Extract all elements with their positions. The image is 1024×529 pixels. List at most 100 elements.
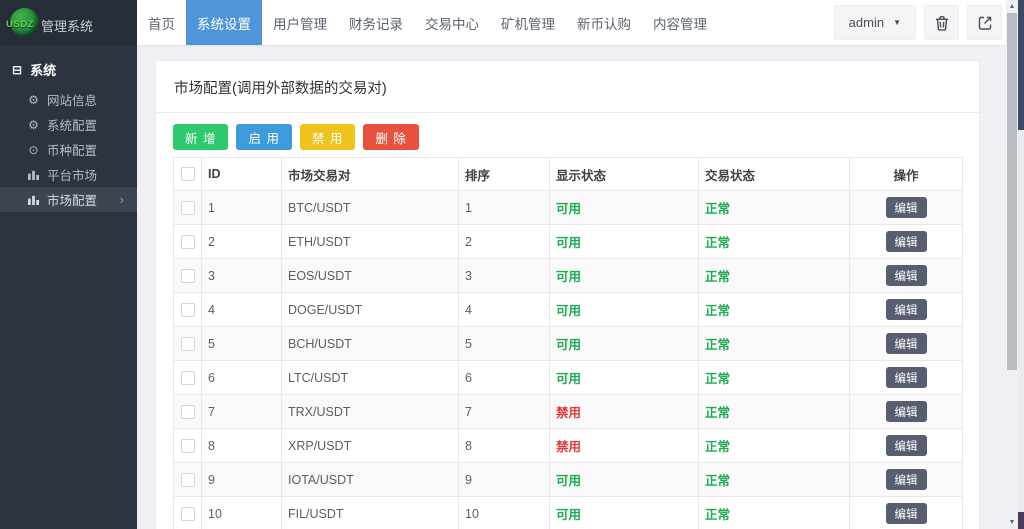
cell-id: 5 — [202, 327, 282, 361]
cell-sort: 5 — [459, 327, 550, 361]
nav-item[interactable]: 交易中心 — [414, 0, 490, 45]
cell-pair: LTC/USDT — [282, 361, 459, 395]
table-row: 10FIL/USDT10可用正常编辑 — [174, 497, 963, 529]
market-pairs-table: ID市场交易对排序显示状态交易状态操作 1BTC/USDT1可用正常编辑2ETH… — [173, 157, 963, 529]
table-row: 3EOS/USDT3可用正常编辑 — [174, 259, 963, 293]
select-all-checkbox[interactable] — [181, 167, 195, 181]
action-toolbar: 新 增启 用禁 用删 除 — [156, 113, 979, 150]
row-checkbox[interactable] — [181, 473, 195, 487]
sidebar-item-label: 币种配置 — [47, 140, 97, 159]
row-checkbox[interactable] — [181, 201, 195, 215]
nav-item[interactable]: 矿机管理 — [490, 0, 566, 45]
display-status-badge: 可用 — [556, 372, 581, 386]
trade-status-badge: 正常 — [705, 508, 730, 522]
edit-button[interactable]: 编辑 — [886, 367, 927, 388]
display-status-badge: 可用 — [556, 474, 581, 488]
scroll-down-arrow-icon[interactable]: ▼ — [1006, 519, 1018, 526]
edit-button[interactable]: 编辑 — [886, 197, 927, 218]
sidebar-item-label: 市场配置 — [47, 190, 97, 209]
row-checkbox[interactable] — [181, 507, 195, 521]
scrollbar-thumb[interactable] — [1007, 13, 1017, 370]
sidebar-item[interactable]: ⊙ 币种配置 — [0, 137, 137, 162]
cell-sort: 6 — [459, 361, 550, 395]
main-nav: 首页系统设置用户管理财务记录交易中心矿机管理新币认购内容管理 — [137, 0, 718, 45]
nav-item[interactable]: 财务记录 — [338, 0, 414, 45]
scroll-up-arrow-icon[interactable]: ▲ — [1006, 3, 1018, 10]
edit-button[interactable]: 编辑 — [886, 231, 927, 252]
row-checkbox[interactable] — [181, 269, 195, 283]
add-button[interactable]: 新 增 — [173, 124, 228, 150]
sidebar-item[interactable]: 平台市场 — [0, 162, 137, 187]
table-row: 6LTC/USDT6可用正常编辑 — [174, 361, 963, 395]
edit-button[interactable]: 编辑 — [886, 333, 927, 354]
logout-icon — [977, 15, 993, 31]
cell-sort: 3 — [459, 259, 550, 293]
display-status-badge: 可用 — [556, 270, 581, 284]
row-checkbox[interactable] — [181, 371, 195, 385]
row-checkbox[interactable] — [181, 337, 195, 351]
edit-button[interactable]: 编辑 — [886, 401, 927, 422]
edit-button[interactable]: 编辑 — [886, 265, 927, 286]
edit-button[interactable]: 编辑 — [886, 435, 927, 456]
table-row: 5BCH/USDT5可用正常编辑 — [174, 327, 963, 361]
cell-pair: BTC/USDT — [282, 191, 459, 225]
cell-id: 1 — [202, 191, 282, 225]
row-checkbox[interactable] — [181, 303, 195, 317]
table-row: 9IOTA/USDT9可用正常编辑 — [174, 463, 963, 497]
trade-status-badge: 正常 — [705, 440, 730, 454]
cell-sort: 2 — [459, 225, 550, 259]
top-bar: USDZ 管理系统 首页系统设置用户管理财务记录交易中心矿机管理新币认购内容管理… — [0, 0, 1024, 45]
display-status-badge: 禁用 — [556, 406, 581, 420]
trade-status-badge: 正常 — [705, 236, 730, 250]
edit-button[interactable]: 编辑 — [886, 469, 927, 490]
column-header: 显示状态 — [550, 158, 699, 191]
enable-button[interactable]: 启 用 — [236, 124, 291, 150]
nav-item[interactable]: 用户管理 — [262, 0, 338, 45]
cell-id: 10 — [202, 497, 282, 529]
sidebar-section-system[interactable]: ⊟ 系统 — [0, 45, 137, 87]
chevron-right-icon: › — [120, 191, 124, 206]
user-menu-button[interactable]: admin ▼ — [834, 5, 916, 40]
sidebar-item[interactable]: 市场配置 › — [0, 187, 137, 212]
row-checkbox[interactable] — [181, 439, 195, 453]
cell-sort: 9 — [459, 463, 550, 497]
cell-pair: FIL/USDT — [282, 497, 459, 529]
gear-icon: ⚙ — [27, 94, 40, 106]
sidebar-item[interactable]: ⚙网站信息 — [0, 87, 137, 112]
delete-button[interactable]: 删 除 — [363, 124, 418, 150]
display-status-badge: 可用 — [556, 236, 581, 250]
cell-pair: TRX/USDT — [282, 395, 459, 429]
cell-id: 4 — [202, 293, 282, 327]
logout-button[interactable] — [967, 5, 1002, 40]
sidebar-item-label: 系统配置 — [47, 115, 97, 134]
display-status-badge: 可用 — [556, 304, 581, 318]
column-header: 排序 — [459, 158, 550, 191]
trade-status-badge: 正常 — [705, 474, 730, 488]
trash-button[interactable] — [924, 5, 959, 40]
display-status-badge: 可用 — [556, 508, 581, 522]
nav-item[interactable]: 首页 — [137, 0, 186, 45]
sidebar-item[interactable]: ⚙系统配置 — [0, 112, 137, 137]
row-checkbox[interactable] — [181, 405, 195, 419]
cell-pair: BCH/USDT — [282, 327, 459, 361]
table-row: 8XRP/USDT8禁用正常编辑 — [174, 429, 963, 463]
collapse-square-icon: ⊟ — [12, 64, 22, 76]
row-checkbox[interactable] — [181, 235, 195, 249]
bar-chart-icon — [27, 194, 40, 205]
nav-item[interactable]: 新币认购 — [566, 0, 642, 45]
table-row: 1BTC/USDT1可用正常编辑 — [174, 191, 963, 225]
cell-id: 9 — [202, 463, 282, 497]
nav-item[interactable]: 内容管理 — [642, 0, 718, 45]
disable-button[interactable]: 禁 用 — [300, 124, 355, 150]
sidebar: ⊟ 系统 ⚙网站信息⚙系统配置⊙币种配置平台市场市场配置› — [0, 45, 137, 529]
logo[interactable]: USDZ 管理系统 — [0, 0, 137, 45]
nav-item[interactable]: 系统设置 — [186, 0, 262, 45]
table-header-row: ID市场交易对排序显示状态交易状态操作 — [174, 158, 963, 191]
circle-dot-icon: ⊙ — [27, 144, 40, 156]
edit-button[interactable]: 编辑 — [886, 299, 927, 320]
column-header: 交易状态 — [699, 158, 850, 191]
cell-sort: 1 — [459, 191, 550, 225]
topbar-actions: admin ▼ — [834, 0, 1002, 45]
edit-button[interactable]: 编辑 — [886, 503, 927, 524]
vertical-scrollbar[interactable]: ▲ ▼ — [1006, 0, 1018, 529]
